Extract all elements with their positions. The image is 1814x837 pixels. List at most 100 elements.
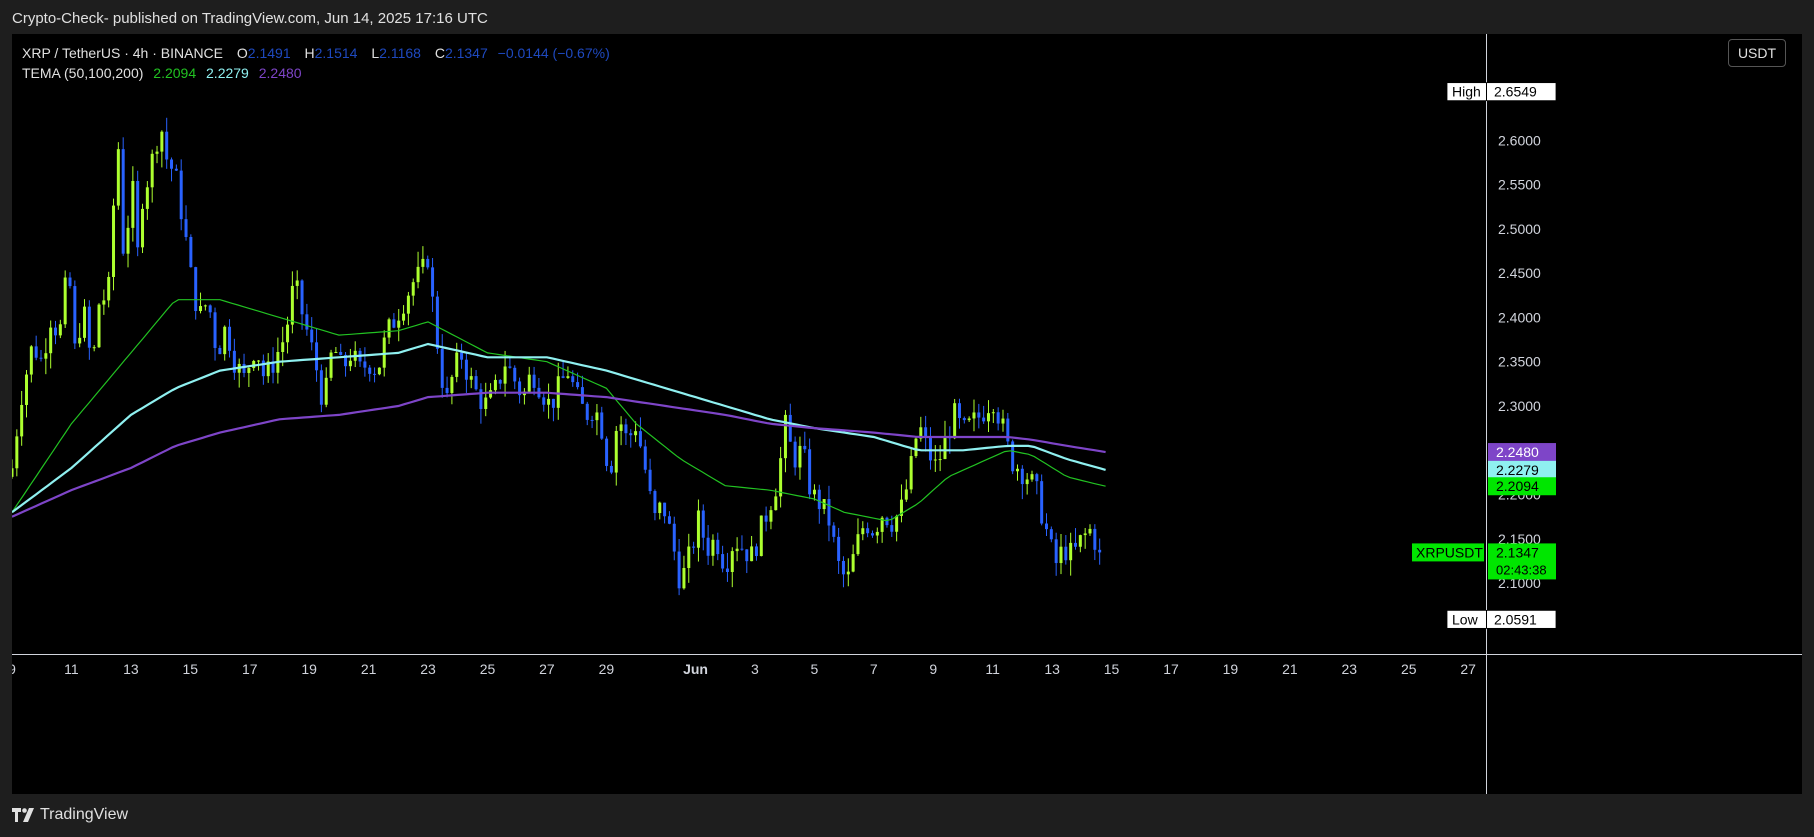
candle-body xyxy=(440,348,444,388)
candle-body xyxy=(290,285,294,325)
candle-body xyxy=(377,367,381,375)
high-tag: High 2.6549 xyxy=(1446,82,1557,102)
candle-body xyxy=(155,151,159,154)
tradingview-logo-icon xyxy=(12,808,34,822)
candle-body xyxy=(406,295,410,314)
x-tick-label: 15 xyxy=(183,661,199,677)
candle-body xyxy=(141,208,145,248)
tema100-value: 2.2279 xyxy=(206,65,249,81)
countdown-text: 02:43:38 xyxy=(1496,562,1547,577)
candle-body xyxy=(779,458,783,497)
price-chart[interactable]: 2.10002.15002.20002.25002.30002.35002.40… xyxy=(12,34,1802,794)
candle-body xyxy=(39,357,43,359)
candle-body xyxy=(15,436,19,469)
candle-body xyxy=(774,496,778,511)
candle-body xyxy=(1015,468,1019,472)
candle-body xyxy=(228,326,232,351)
candle-body xyxy=(397,320,401,328)
candle-body xyxy=(769,510,773,522)
candle-body xyxy=(527,374,531,392)
candle-body xyxy=(875,531,879,536)
candle-body xyxy=(846,571,850,575)
low-value: 2.1168 xyxy=(379,45,421,61)
candle-body xyxy=(218,347,222,355)
candle-body xyxy=(286,324,290,343)
x-tick-label: 7 xyxy=(870,661,878,677)
candle-body xyxy=(184,219,188,237)
candle-body xyxy=(1098,549,1102,553)
tradingview-brand[interactable]: TradingView xyxy=(12,806,128,824)
candle-body xyxy=(663,502,667,517)
candle-body xyxy=(982,417,986,422)
candle-body xyxy=(996,412,1000,424)
candle-body xyxy=(890,525,894,532)
x-tick-label: 17 xyxy=(1163,661,1179,677)
candle-body xyxy=(455,352,459,377)
candle-body xyxy=(745,549,749,562)
candle-body xyxy=(1093,528,1097,550)
candle-body xyxy=(551,398,555,408)
candle-body xyxy=(837,536,841,561)
x-tick-label: 27 xyxy=(539,661,555,677)
low-tag-label: Low xyxy=(1452,611,1479,627)
last-price-text: 2.1347 xyxy=(1496,544,1539,560)
candle-body xyxy=(29,346,33,375)
candle-body xyxy=(97,304,101,348)
x-tick-label: 11 xyxy=(64,661,79,677)
chart-panel[interactable]: 2.10002.15002.20002.25002.30002.35002.40… xyxy=(12,34,1802,794)
candle-body xyxy=(793,441,797,468)
candle-body xyxy=(827,499,831,526)
candle-body xyxy=(1020,468,1024,485)
candle-body xyxy=(692,546,696,548)
candle-body xyxy=(12,468,14,477)
candle-body xyxy=(25,374,29,405)
candle-body xyxy=(716,539,720,555)
candle-body xyxy=(561,376,565,378)
low-key: L xyxy=(371,45,380,61)
candle-body xyxy=(904,489,908,500)
candle-body xyxy=(556,376,560,408)
candle-body xyxy=(1088,528,1092,534)
candle-body xyxy=(532,374,536,388)
candle-body xyxy=(634,431,638,436)
candle-body xyxy=(368,367,372,374)
candle-body xyxy=(706,537,710,556)
candle-body xyxy=(484,397,488,409)
candle-body xyxy=(870,533,874,536)
currency-unit-button[interactable]: USDT xyxy=(1728,39,1786,67)
candle-body xyxy=(416,266,420,283)
low-tag-value: 2.0591 xyxy=(1494,611,1537,627)
candle-body xyxy=(92,347,96,349)
low-tag: Low 2.0591 xyxy=(1446,609,1557,629)
candle-body xyxy=(1040,481,1044,524)
candle-body xyxy=(721,554,725,569)
candle-body xyxy=(595,412,599,421)
x-tick-label: 11 xyxy=(985,661,1000,677)
indicator-row[interactable]: TEMA (50,100,200) 2.2094 2.2279 2.2480 xyxy=(22,63,610,83)
candle-body xyxy=(682,568,686,589)
y-tick-label: 2.4000 xyxy=(1498,309,1541,325)
candle-body xyxy=(508,366,512,368)
candle-body xyxy=(54,327,58,336)
candle-body xyxy=(145,187,149,209)
candle-body xyxy=(339,352,343,355)
candle-body xyxy=(711,539,715,556)
candle-body xyxy=(735,548,739,552)
candle-body xyxy=(68,277,72,287)
candle-body xyxy=(653,491,657,514)
candle-body xyxy=(590,419,594,421)
x-tick-label: 27 xyxy=(1460,661,1476,677)
candle-body xyxy=(967,418,971,421)
close-value: 2.1347 xyxy=(444,45,488,61)
tema200-price-tag-text: 2.2480 xyxy=(1496,444,1539,460)
candle-body xyxy=(445,387,449,393)
candle-body xyxy=(189,236,193,268)
x-tick-label: 29 xyxy=(599,661,615,677)
candle-body xyxy=(750,546,754,562)
tema100-price-tag: 2.2279 xyxy=(1488,460,1556,479)
symbol-label[interactable]: XRP / TetherUS · 4h · BINANCE xyxy=(22,45,223,61)
candle-body xyxy=(725,568,729,573)
tema-line-100 xyxy=(12,342,1106,514)
candle-body xyxy=(1025,479,1029,485)
candle-body xyxy=(629,433,633,436)
